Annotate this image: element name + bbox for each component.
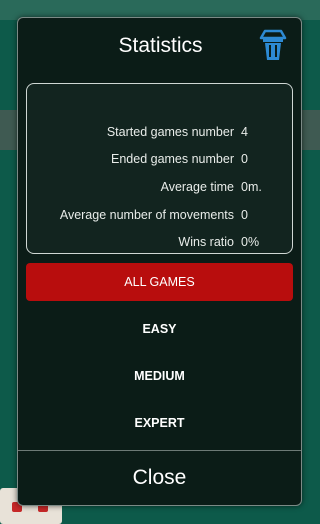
stat-row-average-movements: Average number of movements 0 — [27, 208, 294, 228]
stat-value: 0% — [241, 235, 260, 249]
stat-label: Average number of movements — [59, 208, 234, 222]
stat-value: 0 — [241, 152, 248, 166]
stat-value: 0 — [241, 208, 248, 222]
statistics-panel: Started games number 4 Ended games numbe… — [26, 83, 293, 254]
stat-label: Wins ratio — [178, 235, 234, 249]
stat-row-average-time: Average time 0m. — [27, 180, 294, 200]
stat-row-started: Started games number 4 — [27, 125, 294, 145]
stat-row-wins-ratio: Wins ratio 0% — [27, 235, 294, 255]
filter-medium-button[interactable]: MEDIUM — [26, 357, 293, 395]
stat-label: Average time — [160, 180, 234, 194]
filter-easy-button[interactable]: EASY — [26, 310, 293, 348]
filter-expert-button[interactable]: EXPERT — [26, 404, 293, 442]
stat-label: Ended games number — [111, 152, 234, 166]
stat-row-ended: Ended games number 0 — [27, 152, 294, 172]
stat-value: 0m. — [241, 180, 262, 194]
filter-all-games-button[interactable]: ALL GAMES — [26, 263, 293, 301]
close-button[interactable]: Close — [18, 451, 301, 505]
stat-value: 4 — [241, 125, 248, 139]
trash-icon[interactable] — [257, 28, 289, 62]
stat-label: Started games number — [106, 125, 234, 139]
statistics-dialog: Statistics Started games number 4 Ended … — [17, 17, 302, 506]
